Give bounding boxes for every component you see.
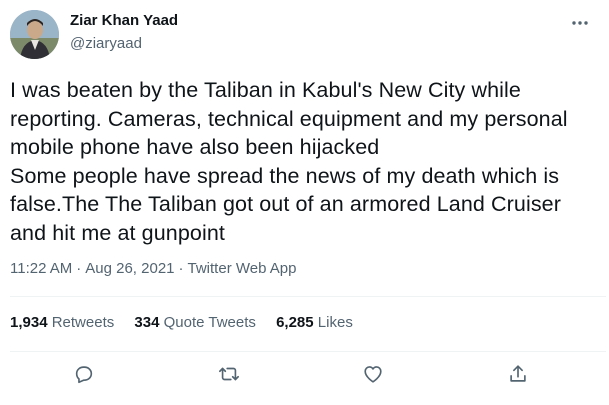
divider	[10, 351, 606, 352]
meta-separator: ·	[76, 260, 82, 277]
more-horizontal-icon	[572, 21, 588, 25]
tweet-metadata: 11:22 AM · Aug 26, 2021 · Twitter Web App	[10, 260, 296, 277]
likes-label: Likes	[317, 314, 353, 331]
tweet-time[interactable]: 11:22 AM	[10, 260, 72, 277]
tweet-source-app[interactable]: Twitter Web App	[188, 260, 297, 277]
more-options-button[interactable]	[566, 14, 594, 32]
author-handle[interactable]: @ziaryaad	[70, 35, 142, 52]
meta-separator: ·	[178, 260, 184, 277]
tweet-date[interactable]: Aug 26, 2021	[85, 260, 174, 277]
retweets-label: Retweets	[51, 314, 115, 331]
like-button[interactable]	[361, 362, 385, 386]
reply-button[interactable]	[72, 362, 96, 386]
share-icon	[510, 365, 526, 382]
tweet-text: I was beaten by the Taliban in Kabul's N…	[10, 78, 568, 245]
likes-count: 6,285	[276, 314, 314, 331]
heart-icon	[364, 366, 382, 383]
quote-tweets-count: 334	[134, 314, 160, 331]
retweets-stat[interactable]: 1,934 Retweets	[10, 314, 114, 331]
retweet-button[interactable]	[217, 362, 241, 386]
retweet-icon	[219, 367, 239, 381]
reply-icon	[75, 366, 93, 384]
retweets-count: 1,934	[10, 314, 48, 331]
quote-tweets-label: Quote Tweets	[163, 314, 256, 331]
tweet-card: Ziar Khan Yaad @ziaryaad I was beaten by…	[0, 0, 609, 405]
tweet-actions-bar	[0, 360, 609, 390]
divider	[10, 296, 606, 297]
tweet-stats: 1,934 Retweets 334 Quote Tweets 6,285 Li…	[10, 314, 369, 331]
avatar[interactable]	[10, 10, 59, 59]
author-display-name[interactable]: Ziar Khan Yaad	[70, 12, 178, 29]
likes-stat[interactable]: 6,285 Likes	[276, 314, 353, 331]
quote-tweets-stat[interactable]: 334 Quote Tweets	[134, 314, 255, 331]
share-button[interactable]	[506, 362, 530, 386]
